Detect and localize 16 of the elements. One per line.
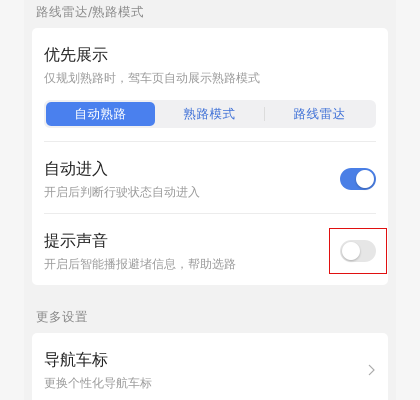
segment-tab[interactable]: 熟路模式: [155, 102, 264, 126]
setting-description: 开启后智能播报避堵信息，帮助选路: [44, 256, 236, 272]
section-header: 更多设置: [35, 308, 89, 326]
setting-title: 提示声音: [44, 230, 109, 252]
section-header: 路线雷达/熟路模式: [35, 4, 146, 21]
toggle-switch[interactable]: [340, 168, 376, 190]
setting-description: 更换个性化导航车标: [44, 375, 152, 391]
toggle-switch[interactable]: [340, 240, 376, 262]
setting-description: 开启后判断行驶状态自动进入: [44, 184, 200, 200]
chevron-icon[interactable]: [368, 364, 376, 376]
setting-title: 自动进入: [44, 158, 109, 180]
setting-title: 导航车标: [44, 349, 109, 371]
setting-description: 仅规划熟路时，驾车页自动展示熟路模式: [44, 70, 261, 86]
setting-title: 优先展示: [44, 44, 109, 66]
segment-tab[interactable]: 自动熟路: [46, 102, 155, 126]
segment-tab[interactable]: 路线雷达: [265, 102, 374, 126]
